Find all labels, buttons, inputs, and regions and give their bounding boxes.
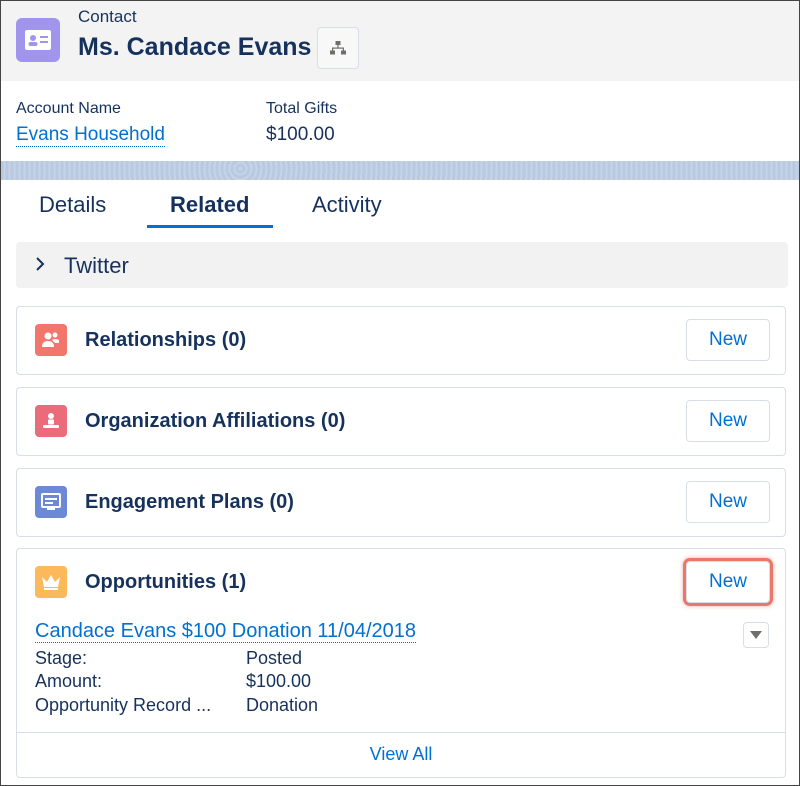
- account-name-label: Account Name: [16, 100, 121, 117]
- organization-affiliations-title: Organization Affiliations (0): [85, 410, 346, 432]
- hierarchy-icon: [330, 41, 346, 55]
- related-list-relationships: Relationships (0) New: [16, 306, 786, 375]
- new-affiliation-button[interactable]: New: [686, 400, 770, 442]
- tab-related[interactable]: Related: [170, 192, 249, 218]
- related-list-engagement-plans: Engagement Plans (0) New: [16, 468, 786, 537]
- opportunity-record-link[interactable]: Candace Evans $100 Donation 11/04/2018: [35, 620, 417, 643]
- stage-value: Posted: [246, 648, 303, 668]
- total-gifts-label: Total Gifts: [266, 100, 338, 117]
- related-list-opportunities: Opportunities (1) New Candace Evans $100…: [16, 548, 786, 778]
- tab-activity[interactable]: Activity: [312, 192, 382, 218]
- opportunity-row-actions-button[interactable]: [743, 622, 769, 648]
- engagement-plan-icon: [35, 486, 67, 518]
- stage-label: Stage:: [35, 648, 88, 668]
- record-type-value: Donation: [246, 695, 319, 715]
- new-opportunity-button[interactable]: New: [686, 561, 770, 603]
- engagement-plans-title: Engagement Plans (0): [85, 491, 294, 513]
- highlights-panel: Account Name Evans Household Total Gifts…: [1, 81, 799, 164]
- tab-details[interactable]: Details: [39, 192, 106, 218]
- relationships-title: Relationships (0): [85, 329, 247, 351]
- chevron-right-icon: [36, 257, 45, 271]
- account-name-link[interactable]: Evans Household: [16, 124, 165, 147]
- record-header: Contact Ms. Candace Evans: [1, 1, 799, 81]
- hierarchy-button[interactable]: [317, 27, 359, 69]
- object-type-label: Contact: [78, 7, 137, 26]
- record-title: Ms. Candace Evans: [78, 33, 312, 61]
- total-gifts-value: $100.00: [266, 124, 335, 145]
- new-relationship-button[interactable]: New: [686, 319, 770, 361]
- related-list-organization-affiliations: Organization Affiliations (0) New: [16, 387, 786, 456]
- record-tabs: Details Related Activity: [1, 180, 799, 230]
- new-engagement-plan-button[interactable]: New: [686, 481, 770, 523]
- chevron-down-icon: [750, 631, 762, 639]
- active-tab-indicator: [147, 225, 273, 228]
- opportunities-footer: View All: [17, 732, 785, 778]
- twitter-section[interactable]: Twitter: [16, 242, 788, 288]
- opportunities-title: Opportunities (1): [85, 571, 247, 593]
- view-all-link[interactable]: View All: [17, 744, 785, 765]
- record-type-label: Opportunity Record ...: [35, 695, 212, 715]
- header-texture-strip: [1, 161, 799, 180]
- amount-value: $100.00: [246, 671, 312, 691]
- opportunity-crown-icon: [35, 566, 67, 598]
- relationship-icon: [35, 324, 67, 356]
- affiliation-icon: [35, 405, 67, 437]
- twitter-section-label: Twitter: [64, 253, 129, 278]
- contact-card-icon: [16, 18, 60, 62]
- contact-record-page: Contact Ms. Candace Evans Account Name E…: [0, 0, 800, 786]
- amount-label: Amount:: [35, 671, 103, 691]
